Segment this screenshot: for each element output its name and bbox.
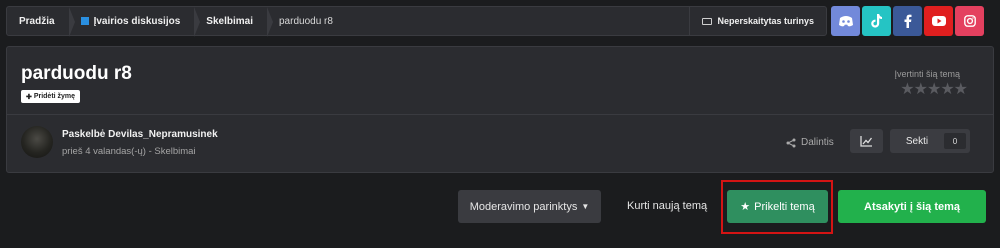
breadcrumb: Pradžia Įvairios diskusijos Skelbimai pa…: [6, 6, 827, 37]
breadcrumb-label: Pradžia: [19, 15, 55, 27]
line-chart-icon: [860, 135, 873, 147]
star-icon: ★: [740, 201, 751, 213]
add-tag-label: Pridėti žymę: [33, 93, 76, 100]
follow-button[interactable]: Sekti 0: [890, 129, 970, 153]
reply-topic-button[interactable]: Atsakyti į šią temą: [838, 190, 986, 223]
unread-icon: [702, 17, 713, 25]
breadcrumb-current: parduodu r8: [267, 7, 347, 35]
discord-icon[interactable]: [831, 6, 860, 36]
moderation-label: Moderavimo parinktys: [469, 200, 578, 213]
plus-icon: ✚: [26, 93, 34, 101]
breadcrumb-home[interactable]: Pradžia: [7, 7, 75, 37]
topic-header-panel: parduodu r8 ✚ Pridėti žymę Įvertinti šią…: [6, 46, 994, 173]
page-title: parduodu r8: [21, 63, 132, 84]
follow-label: Sekti: [905, 135, 929, 147]
share-label: Dalintis: [801, 137, 834, 148]
unread-label: Neperskaitytas turinys: [717, 16, 814, 26]
share-icon: [786, 138, 796, 147]
post-meta: prieš 4 valandas(-ų) - Skelbimai: [62, 146, 196, 157]
bump-topic-button[interactable]: ★ Prikelti temą: [727, 190, 828, 223]
author-line[interactable]: Paskelbė Devilas_Nepramusinek: [62, 129, 218, 140]
breadcrumb-category[interactable]: Skelbimai: [194, 7, 273, 37]
rate-topic-label: Įvertinti šią temą: [894, 69, 960, 79]
youtube-icon[interactable]: [924, 6, 953, 36]
add-tag-button[interactable]: ✚ Pridėti žymę: [21, 90, 81, 103]
rating-stars[interactable]: ★★★★★: [900, 79, 968, 99]
follow-count: 0: [944, 133, 966, 149]
instagram-icon[interactable]: [955, 6, 984, 36]
breadcrumb-label: parduodu r8: [279, 15, 333, 27]
caret-down-icon: ▼: [581, 202, 590, 211]
breadcrumb-label: Įvairios diskusijos: [93, 15, 181, 27]
breadcrumb-label: Skelbimai: [206, 15, 253, 27]
moderation-options-button[interactable]: Moderavimo parinktys ▼: [458, 190, 601, 223]
avatar[interactable]: [21, 126, 53, 158]
divider: [7, 114, 993, 115]
forum-icon: [80, 17, 89, 25]
unread-content-link[interactable]: Neperskaitytas turinys: [689, 7, 826, 35]
tiktok-icon[interactable]: [862, 6, 891, 36]
facebook-icon[interactable]: [893, 6, 922, 36]
bump-label: Prikelti temą: [754, 200, 815, 213]
share-button[interactable]: Dalintis: [786, 137, 834, 148]
breadcrumb-forum[interactable]: Įvairios diskusijos: [69, 7, 201, 37]
activity-chart-button[interactable]: [850, 129, 883, 153]
new-topic-link[interactable]: Kurti naują temą: [627, 200, 707, 212]
